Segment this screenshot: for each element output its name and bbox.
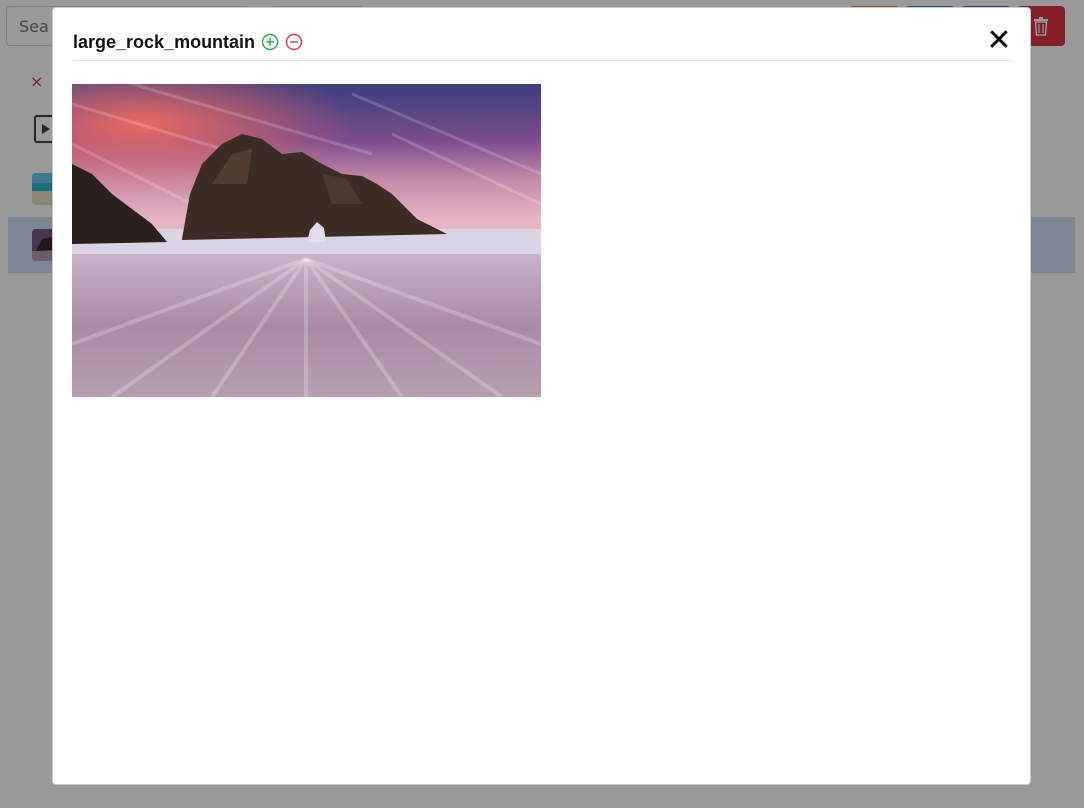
close-button[interactable]: ✕ [986, 26, 1012, 56]
zoom-in-icon[interactable] [261, 33, 279, 51]
preview-image [72, 84, 541, 397]
image-preview-modal: large_rock_mountain ✕ [52, 7, 1031, 785]
zoom-out-icon[interactable] [285, 33, 303, 51]
modal-title: large_rock_mountain [73, 32, 256, 52]
modal-header: large_rock_mountain ✕ [73, 24, 1012, 61]
